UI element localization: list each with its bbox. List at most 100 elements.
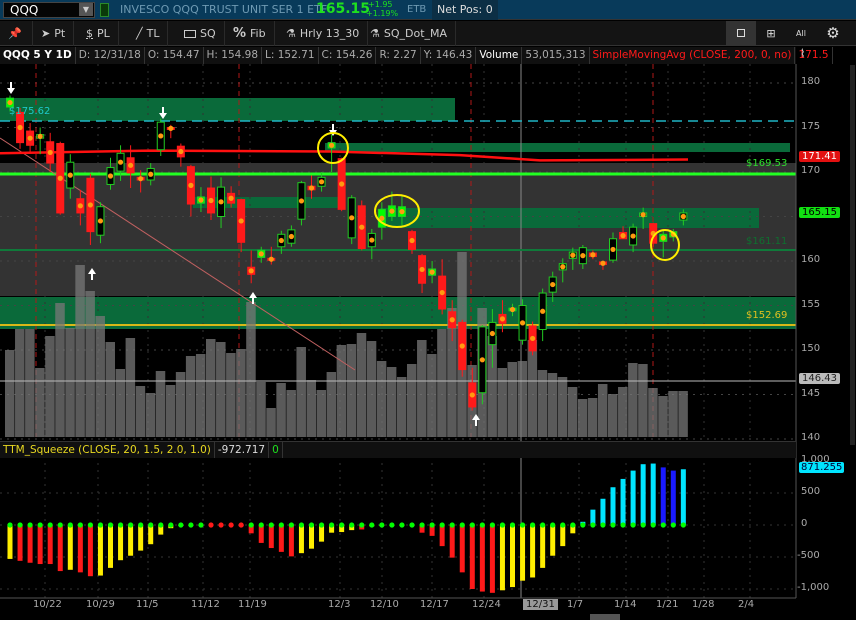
squeeze-bar <box>479 525 485 592</box>
squeeze-dot <box>258 522 264 528</box>
volume-bar <box>547 373 558 437</box>
zone-167 <box>193 197 340 208</box>
dot-marker <box>519 320 526 326</box>
squeeze-bar <box>469 525 475 589</box>
squeeze-dot <box>288 522 294 528</box>
dot-marker <box>77 203 83 209</box>
volume-bar <box>266 408 276 437</box>
dot-marker <box>369 237 375 243</box>
date-tick: 1/28 <box>692 599 715 610</box>
squeeze-tick: 500 <box>801 486 821 497</box>
dot-marker <box>188 182 194 188</box>
squeeze-bar <box>660 467 666 525</box>
squeeze-dot <box>87 522 93 528</box>
dot-marker <box>530 335 536 342</box>
dot-marker <box>429 269 435 275</box>
squeeze-dot <box>650 522 656 528</box>
squeeze-bar <box>278 525 284 552</box>
volume-bar <box>115 369 126 437</box>
squeeze-dot <box>107 522 114 528</box>
volume-bar <box>437 329 447 437</box>
level-152-label: $152.69 <box>746 310 788 321</box>
squeeze-dot <box>329 522 335 528</box>
vertical-scrollbar[interactable] <box>850 65 855 445</box>
dot-marker <box>499 316 506 322</box>
squeeze-bar <box>620 478 626 525</box>
squeeze-bar <box>47 525 53 565</box>
dot-marker <box>148 171 154 177</box>
dot-marker <box>469 392 475 398</box>
dot-marker <box>238 218 244 224</box>
squeeze-dot <box>550 522 556 528</box>
squeeze-bar <box>298 525 304 554</box>
dot-marker <box>509 306 516 313</box>
date-tick: 12/10 <box>370 599 399 610</box>
squeeze-dot <box>7 522 13 528</box>
squeeze-dot <box>600 522 606 528</box>
date-tick: 11/19 <box>238 599 267 610</box>
price-tick: 140 <box>801 432 821 443</box>
squeeze-dot <box>308 522 315 528</box>
date-tick: 12/31 <box>523 599 558 610</box>
volume-bar <box>135 386 146 437</box>
level-161-label: $161.11 <box>746 236 788 247</box>
squeeze-bar <box>97 525 103 576</box>
volume-bar <box>216 342 226 437</box>
volume-bar <box>628 363 638 437</box>
squeeze-title: TTM_Squeeze (CLOSE, 20, 1.5, 2.0, 1.0) <box>0 442 215 458</box>
dot-marker <box>570 252 576 258</box>
squeeze-dot <box>298 522 305 528</box>
squeeze-bar <box>670 470 676 525</box>
squeeze-dot <box>248 522 254 528</box>
dot-marker <box>399 209 405 215</box>
squeeze-last-tag: 871.255 <box>799 462 845 473</box>
squeeze-dot <box>218 522 224 528</box>
squeeze-bar <box>148 525 154 545</box>
squeeze-value: -972.717 <box>215 442 270 458</box>
squeeze-bar <box>650 463 656 525</box>
squeeze-dot <box>278 522 284 528</box>
squeeze-bar <box>630 470 636 525</box>
squeeze-bar <box>7 525 13 559</box>
squeeze-bar <box>610 487 616 525</box>
price-tick: 155 <box>801 298 821 310</box>
squeeze-dot <box>519 522 526 528</box>
dot-marker <box>178 148 184 155</box>
volume-bar <box>246 302 256 437</box>
volume-bar <box>5 350 15 437</box>
dot-marker <box>640 212 646 218</box>
squeeze-dot <box>198 522 204 528</box>
horizontal-scrollbar[interactable] <box>590 614 620 620</box>
dot-marker <box>107 173 114 179</box>
squeeze-dot <box>660 522 666 528</box>
dot-marker <box>359 224 365 230</box>
zone-165 <box>380 208 759 228</box>
date-tick: 1/21 <box>656 599 679 610</box>
dot-marker <box>680 213 686 220</box>
squeeze-bar <box>37 525 43 565</box>
date-tick: 11/12 <box>191 599 220 610</box>
squeeze-bar <box>459 525 465 573</box>
squeeze-bar <box>520 525 526 581</box>
squeeze-dot <box>449 522 455 528</box>
price-chart[interactable] <box>0 0 856 620</box>
supply-zone <box>0 98 455 121</box>
volume-bar <box>75 265 85 437</box>
squeeze-dot <box>349 522 355 528</box>
squeeze-dot <box>560 522 566 528</box>
squeeze-bar <box>560 525 566 547</box>
volume-bar <box>286 390 296 437</box>
volume-bar <box>608 394 618 437</box>
squeeze-bar <box>640 464 646 525</box>
squeeze-header: TTM_Squeeze (CLOSE, 20, 1.5, 2.0, 1.0) -… <box>0 441 796 458</box>
squeeze-bar <box>530 525 536 578</box>
volume-bar <box>537 370 548 437</box>
dot-marker <box>208 197 214 204</box>
volume-bar <box>15 329 25 437</box>
dot-marker <box>218 199 224 205</box>
price-tick: 180 <box>801 76 821 87</box>
dot-marker <box>298 198 305 204</box>
dot-marker <box>349 215 355 221</box>
squeeze-bar <box>680 469 686 525</box>
squeeze-dot <box>268 522 274 528</box>
